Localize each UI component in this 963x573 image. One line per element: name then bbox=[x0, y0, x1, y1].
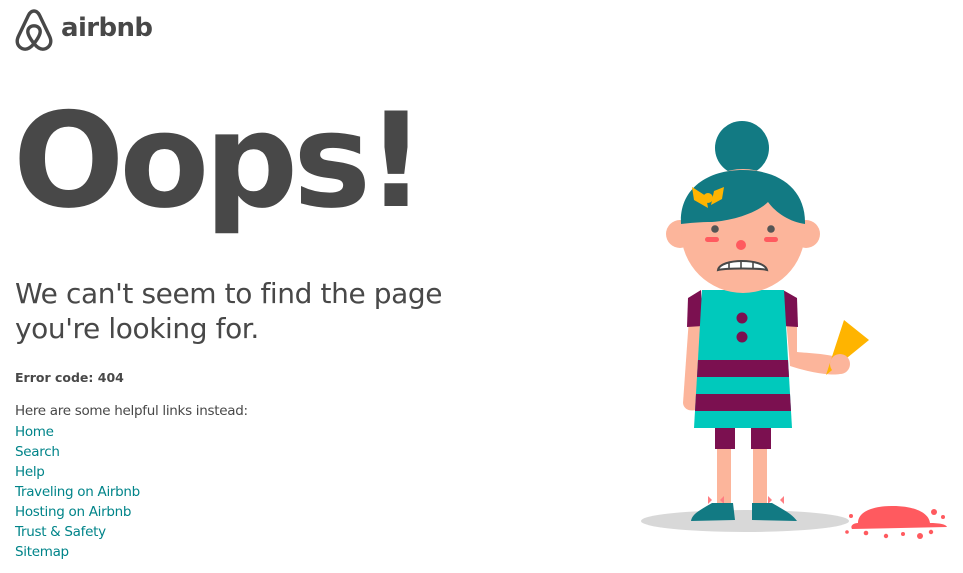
sad-girl-illustration-icon bbox=[641, 121, 947, 539]
list-item: Hosting on Airbnb bbox=[15, 501, 140, 521]
helpful-links-list: Home Search Help Traveling on Airbnb Hos… bbox=[15, 421, 140, 561]
help-link[interactable]: Help bbox=[15, 464, 45, 480]
trust-safety-link[interactable]: Trust & Safety bbox=[15, 524, 106, 540]
sitemap-link[interactable]: Sitemap bbox=[15, 544, 69, 560]
error-code: Error code: 404 bbox=[15, 370, 124, 385]
airbnb-logo-icon[interactable] bbox=[14, 8, 54, 52]
error-page: airbnb Oops! We can't seem to find the p… bbox=[0, 0, 963, 573]
helpful-links-intro: Here are some helpful links instead: bbox=[15, 403, 248, 419]
list-item: Traveling on Airbnb bbox=[15, 481, 140, 501]
list-item: Home bbox=[15, 421, 140, 441]
list-item: Sitemap bbox=[15, 541, 140, 561]
ice-cream-splat-icon bbox=[845, 506, 947, 539]
hosting-link[interactable]: Hosting on Airbnb bbox=[15, 504, 131, 520]
ground-shadow bbox=[641, 510, 849, 532]
traveling-link[interactable]: Traveling on Airbnb bbox=[15, 484, 140, 500]
header: airbnb bbox=[14, 8, 153, 52]
home-link[interactable]: Home bbox=[15, 424, 54, 440]
list-item: Search bbox=[15, 441, 140, 461]
left-shoe bbox=[691, 503, 735, 521]
brand-name[interactable]: airbnb bbox=[61, 15, 153, 41]
search-link[interactable]: Search bbox=[15, 444, 60, 460]
list-item: Help bbox=[15, 461, 140, 481]
page-title: Oops! bbox=[13, 84, 426, 237]
page-subtitle: We can't seem to find the page you're lo… bbox=[15, 277, 443, 345]
list-item: Trust & Safety bbox=[15, 521, 140, 541]
